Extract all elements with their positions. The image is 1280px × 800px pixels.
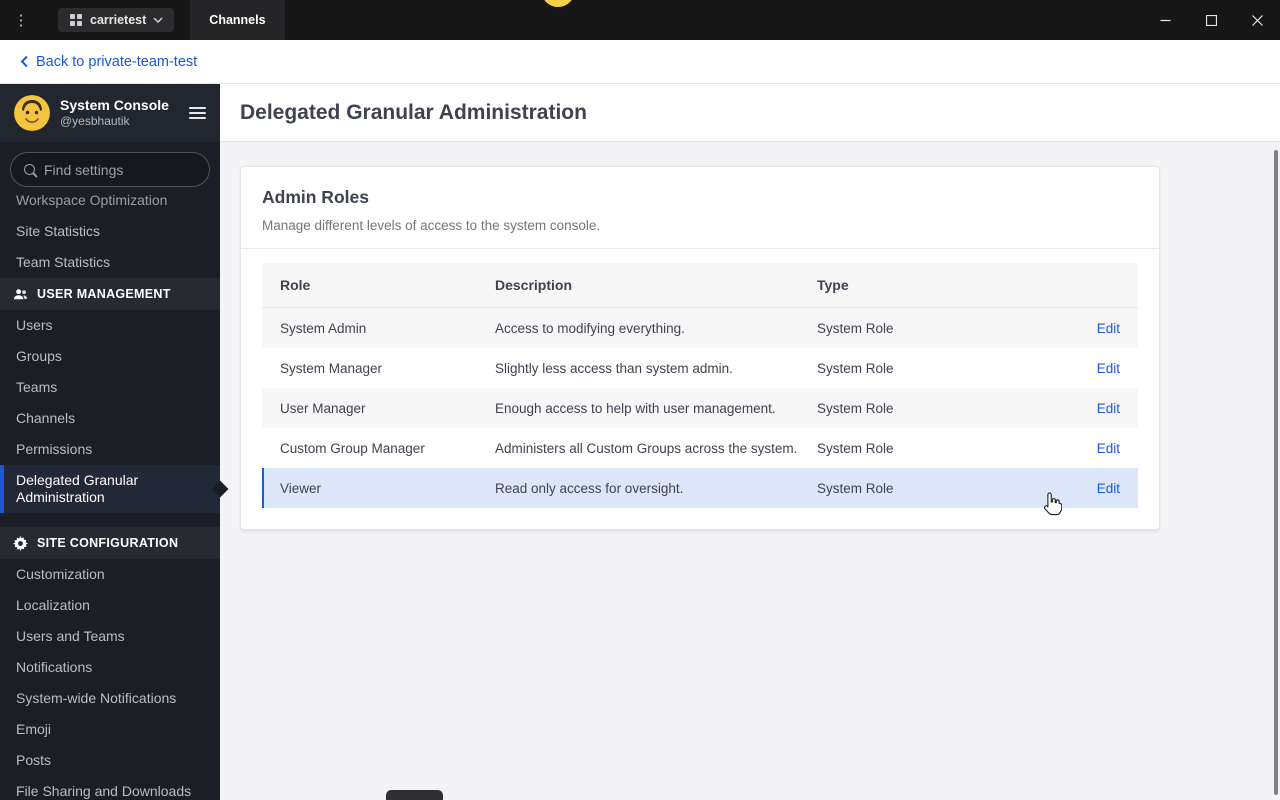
admin-roles-card: Admin Roles Manage different levels of a… <box>240 166 1160 530</box>
type-cell: System Role <box>817 480 894 496</box>
sidebar-section-site-configuration: SITE CONFIGURATION <box>0 527 220 559</box>
avatar[interactable] <box>14 95 50 131</box>
sidebar-section-label: USER MANAGEMENT <box>37 287 171 301</box>
description-cell: Access to modifying everything. <box>495 320 685 336</box>
role-cell: System Manager <box>280 360 383 376</box>
system-console-sidebar: System Console @yesbhautik Workspace Opt… <box>0 84 220 800</box>
description-cell: Slightly less access than system admin. <box>495 360 733 376</box>
sidebar-search <box>0 142 220 195</box>
app-menu-button[interactable]: ⋮ <box>0 11 42 29</box>
chevron-left-icon <box>20 55 29 68</box>
sidebar-item-customization[interactable]: Customization <box>0 559 220 590</box>
column-header-type: Type <box>817 277 849 293</box>
table-row: System Manager Slightly less access than… <box>262 348 1138 388</box>
sidebar-section-user-management: USER MANAGEMENT <box>0 278 220 310</box>
bottom-partial-element <box>386 790 443 800</box>
edit-link[interactable]: Edit <box>1097 441 1120 456</box>
sidebar-section-label: SITE CONFIGURATION <box>37 536 179 550</box>
console-username: @yesbhautik <box>60 114 130 129</box>
maximize-button[interactable] <box>1188 0 1234 40</box>
grid-icon <box>69 13 83 27</box>
card-header: Admin Roles Manage different levels of a… <box>241 167 1159 248</box>
window-controls <box>1142 0 1280 40</box>
sidebar-item-posts[interactable]: Posts <box>0 745 220 776</box>
table-row-highlighted: Viewer Read only access for oversight. S… <box>262 468 1138 508</box>
card-subtitle: Manage different levels of access to the… <box>262 218 601 233</box>
sidebar-item-delegated-granular-administration[interactable]: Delegated Granular Administration <box>0 465 220 513</box>
role-cell: Viewer <box>280 480 322 496</box>
admin-roles-table: Role Description Type System Admin Acces… <box>262 263 1138 508</box>
chevron-down-icon <box>153 17 163 23</box>
page-header: Delegated Granular Administration <box>220 84 1280 142</box>
tab-channels-label: Channels <box>209 13 266 27</box>
menu-icon[interactable] <box>189 107 206 119</box>
sidebar-item-notifications[interactable]: Notifications <box>0 652 220 683</box>
sidebar-item-channels[interactable]: Channels <box>0 403 220 434</box>
gear-icon <box>13 535 28 551</box>
sidebar-item-localization[interactable]: Localization <box>0 590 220 621</box>
table-row: User Manager Enough access to help with … <box>262 388 1138 428</box>
column-header-role: Role <box>280 277 311 293</box>
edit-link[interactable]: Edit <box>1097 481 1120 496</box>
back-navigation-bar: Back to private-team-test <box>0 40 1280 84</box>
role-cell: Custom Group Manager <box>280 440 425 456</box>
edit-link[interactable]: Edit <box>1097 361 1120 376</box>
type-cell: System Role <box>817 360 894 376</box>
sidebar-header: System Console @yesbhautik <box>0 84 220 142</box>
sidebar-item-permissions[interactable]: Permissions <box>0 434 220 465</box>
workspace-label: carrietest <box>90 13 147 27</box>
scrollbar-thumb[interactable] <box>1274 150 1278 795</box>
titlebar-emoji-partial <box>541 0 575 7</box>
column-header-description: Description <box>495 277 573 293</box>
type-cell: System Role <box>817 400 894 416</box>
description-cell: Read only access for oversight. <box>495 480 684 496</box>
sidebar-header-text: System Console @yesbhautik <box>60 97 169 130</box>
search-pill <box>10 152 210 187</box>
sidebar-item-groups[interactable]: Groups <box>0 341 220 372</box>
sidebar-item-site-statistics[interactable]: Site Statistics <box>0 216 220 247</box>
sidebar-item-team-statistics[interactable]: Team Statistics <box>0 247 220 278</box>
table-header-row: Role Description Type <box>262 263 1138 308</box>
type-cell: System Role <box>817 320 894 336</box>
table-row: Custom Group Manager Administers all Cus… <box>262 428 1138 468</box>
description-cell: Administers all Custom Groups across the… <box>495 440 798 456</box>
description-cell: Enough access to help with user manageme… <box>495 400 776 416</box>
console-title: System Console <box>60 96 169 113</box>
back-link[interactable]: Back to private-team-test <box>20 54 197 70</box>
minimize-button[interactable] <box>1142 0 1188 40</box>
tab-channels[interactable]: Channels <box>190 0 285 40</box>
sidebar-item-teams[interactable]: Teams <box>0 372 220 403</box>
sidebar-item-emoji[interactable]: Emoji <box>0 714 220 745</box>
sidebar-nav: Workspace Optimization Site Statistics T… <box>0 185 220 800</box>
workspace-selector[interactable]: carrietest <box>58 8 175 32</box>
edit-link[interactable]: Edit <box>1097 321 1120 336</box>
titlebar: ⋮ carrietest Channels <box>0 0 1280 40</box>
sidebar-item-users-and-teams[interactable]: Users and Teams <box>0 621 220 652</box>
search-input[interactable] <box>44 161 196 178</box>
people-icon <box>13 287 28 302</box>
type-cell: System Role <box>817 440 894 456</box>
role-cell: System Admin <box>280 320 367 336</box>
back-link-label: Back to private-team-test <box>36 53 198 70</box>
edit-link[interactable]: Edit <box>1097 401 1120 416</box>
table-row: System Admin Access to modifying everyth… <box>262 308 1138 348</box>
search-icon <box>24 164 35 175</box>
page-title: Delegated Granular Administration <box>240 100 587 124</box>
sidebar-item-system-wide-notifications[interactable]: System-wide Notifications <box>0 683 220 714</box>
card-title: Admin Roles <box>262 187 369 207</box>
sidebar-item-file-sharing-and-downloads[interactable]: File Sharing and Downloads <box>0 776 220 800</box>
role-cell: User Manager <box>280 400 366 416</box>
card-divider <box>241 248 1159 249</box>
sidebar-item-users[interactable]: Users <box>0 310 220 341</box>
close-button[interactable] <box>1234 0 1280 40</box>
main-content: Delegated Granular Administration Admin … <box>220 84 1280 800</box>
